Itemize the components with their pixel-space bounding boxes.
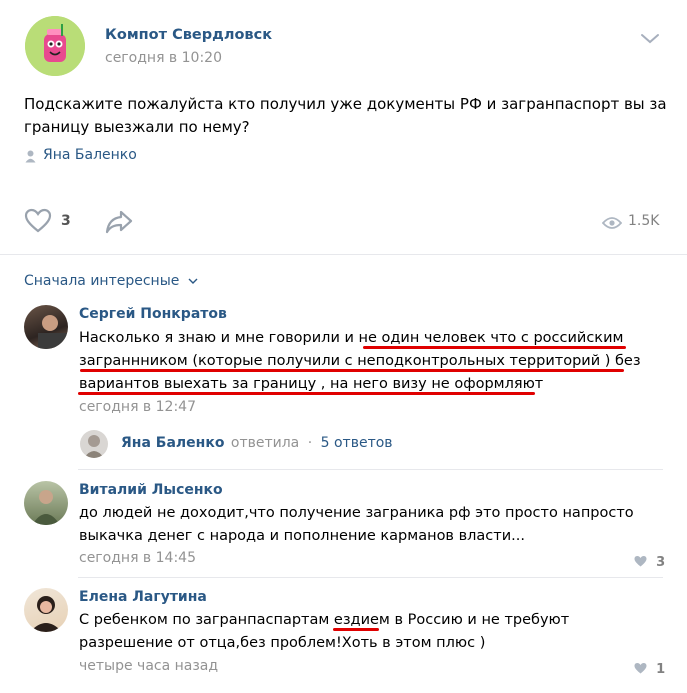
reply-author[interactable]: Яна Баленко <box>121 435 224 451</box>
avatar[interactable] <box>24 588 68 632</box>
view-count: 1.5K <box>628 213 660 229</box>
highlight-underline <box>333 628 379 631</box>
comment-text: до людей не доходит,что получение загран… <box>79 502 669 548</box>
comment-author[interactable]: Виталий Лысенко <box>79 482 223 498</box>
heart-icon <box>24 208 52 233</box>
comment-time[interactable]: сегодня в 14:45 <box>79 550 196 566</box>
post-text-line: границу выезжали по нему? <box>24 118 250 136</box>
comment-text: С ребенком по загранпаспартам ездием в Р… <box>79 609 669 655</box>
reply-count[interactable]: 5 ответов <box>321 435 393 451</box>
comment-line: выкачка денег с народа и пополнение карм… <box>79 528 525 544</box>
comment-like-button[interactable]: 1 <box>633 658 665 677</box>
comment-like-count: 1 <box>656 662 666 677</box>
comment-line: до людей не доходит,что получение загран… <box>79 505 634 521</box>
community-name[interactable]: Компот Свердловск <box>105 27 272 43</box>
comment-like-count: 3 <box>656 555 666 570</box>
comment-author[interactable]: Сергей Понкратов <box>79 306 227 322</box>
community-avatar[interactable] <box>25 16 85 76</box>
heart-icon <box>634 556 647 567</box>
avatar[interactable] <box>24 305 68 349</box>
comment-time[interactable]: сегодня в 12:47 <box>79 399 196 415</box>
share-arrow-icon <box>105 210 133 234</box>
avatar[interactable] <box>80 430 108 458</box>
reply-separator: · <box>307 435 313 451</box>
highlight-underline <box>80 369 624 372</box>
post-signer[interactable]: Яна Баленко <box>43 147 137 163</box>
highlight-underline <box>78 392 535 395</box>
person-icon <box>25 148 36 167</box>
post-text: Подскажите пожалуйста кто получил уже до… <box>24 93 674 139</box>
highlight-underline <box>363 346 626 349</box>
post-time[interactable]: сегодня в 10:20 <box>105 50 222 66</box>
eye-icon <box>601 215 623 234</box>
compote-jar-icon <box>25 16 85 76</box>
comment-like-button[interactable]: 3 <box>633 551 665 570</box>
comment-text: Насколько я знаю и мне говорили и не оди… <box>79 327 669 396</box>
reply-summary[interactable]: Яна Баленко ответила · 5 ответов <box>121 435 393 451</box>
heart-icon <box>634 663 647 674</box>
chevron-down-icon <box>188 278 198 284</box>
comment-time[interactable]: четыре часа назад <box>79 658 218 674</box>
avatar[interactable] <box>24 481 68 525</box>
reply-action: ответила <box>230 435 300 451</box>
like-count: 3 <box>61 213 71 229</box>
chevron-down-icon[interactable] <box>640 30 660 49</box>
share-button[interactable] <box>104 209 134 239</box>
comment-line: разрешение от отца,без проблем!Хоть в эт… <box>79 635 486 651</box>
comment-divider <box>78 577 663 578</box>
comment-divider <box>78 469 663 470</box>
comment-author[interactable]: Елена Лагутина <box>79 589 207 605</box>
post-text-line: Подскажите пожалуйста кто получил уже до… <box>24 95 667 113</box>
sort-label: Сначала интересные <box>24 273 180 289</box>
comment-sort-dropdown[interactable]: Сначала интересные <box>24 273 198 289</box>
like-button[interactable] <box>24 208 52 238</box>
post-divider <box>0 254 687 255</box>
